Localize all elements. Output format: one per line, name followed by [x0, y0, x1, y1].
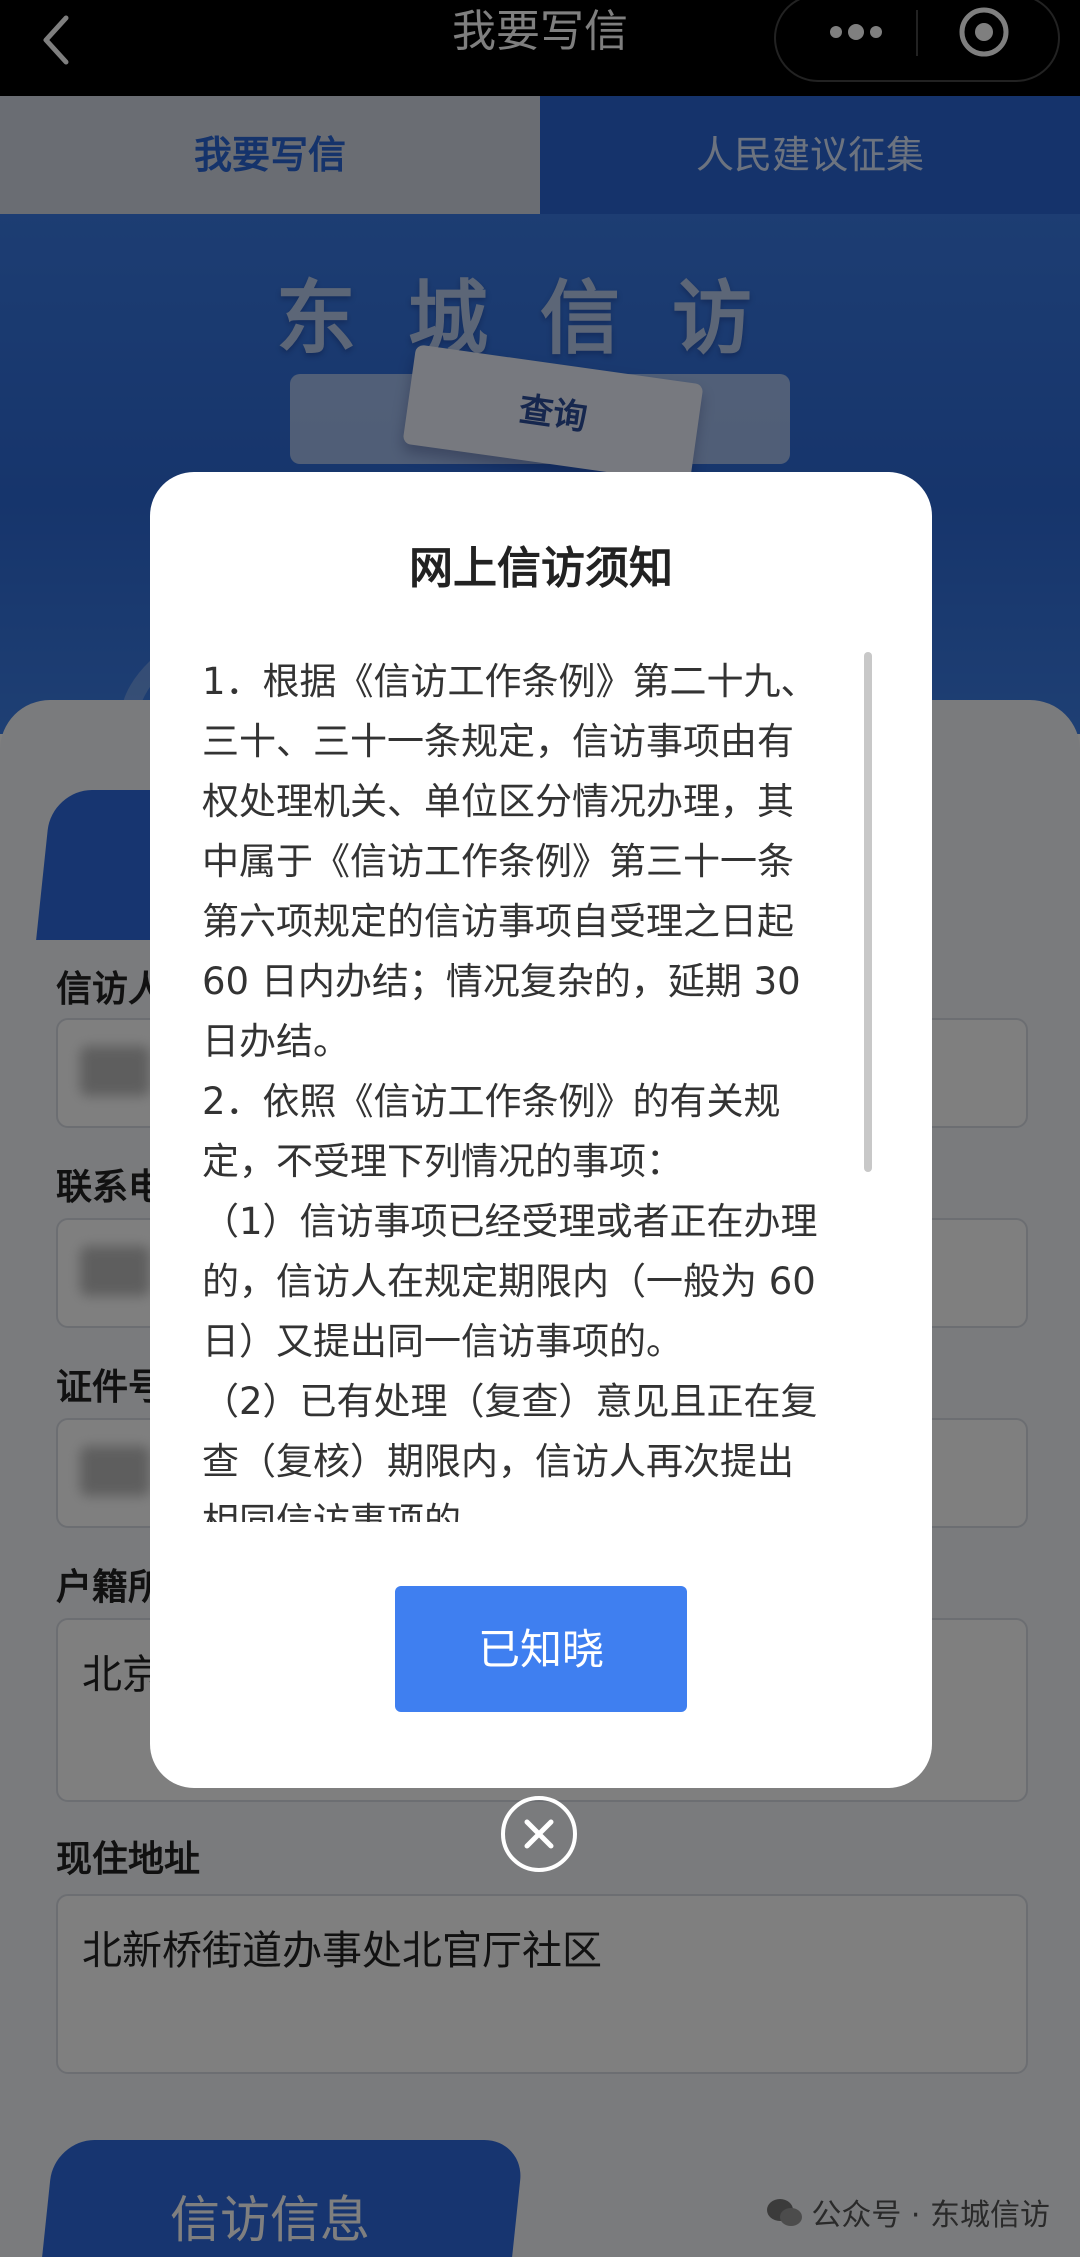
modal-title: 网上信访须知	[409, 543, 673, 594]
close-icon[interactable]	[501, 1796, 577, 1872]
notice-paragraph: （1）信访事项已经受理或者正在办理的，信访人在规定期限内（一般为 60 日）又提…	[202, 1200, 818, 1363]
modal-scrollbar[interactable]	[864, 652, 872, 1172]
acknowledge-button[interactable]: 已知晓	[395, 1586, 687, 1712]
notice-paragraph: （2）已有处理（复查）意见且正在复查（复核）期限内，信访人再次提出相同信访事项的…	[202, 1380, 818, 1522]
modal-content[interactable]: 1．根据《信访工作条例》第二十九、三十、三十一条规定，信访事项由有权处理机关、单…	[202, 652, 818, 1522]
notice-modal: 网上信访须知 1．根据《信访工作条例》第二十九、三十、三十一条规定，信访事项由有…	[150, 472, 932, 1788]
notice-paragraph: 2．依照《信访工作条例》的有关规定，不受理下列情况的事项：	[202, 1080, 781, 1183]
notice-paragraph: 1．根据《信访工作条例》第二十九、三十、三十一条规定，信访事项由有权处理机关、单…	[202, 660, 818, 1063]
